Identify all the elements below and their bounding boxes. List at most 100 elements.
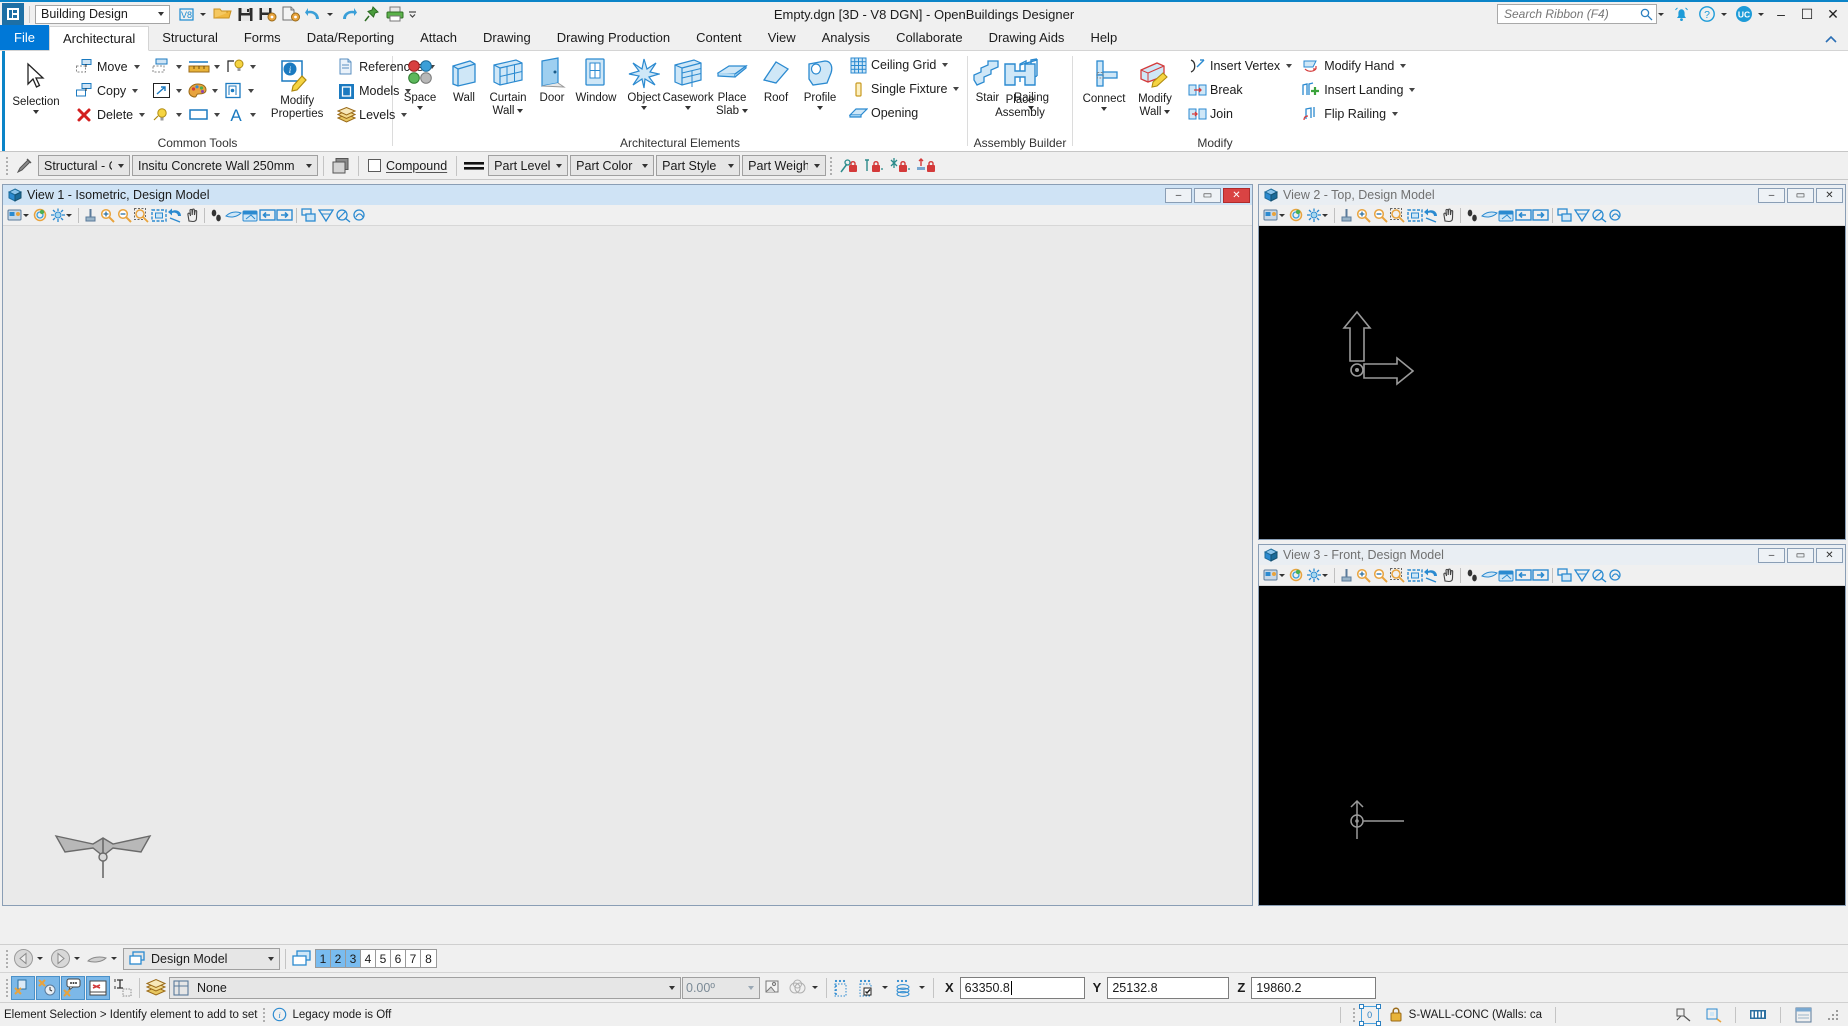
cell-tools-cell[interactable] [223, 82, 259, 100]
update-view-icon[interactable] [82, 206, 99, 225]
opening-row[interactable]: Opening [846, 101, 961, 125]
lighting-tools-cell[interactable] [151, 106, 187, 124]
view1-minimize-button[interactable]: – [1165, 187, 1192, 203]
tab-drawing-production[interactable]: Drawing Production [544, 25, 683, 50]
copy-tool-row[interactable]: Copy [72, 79, 147, 103]
update-view-icon[interactable] [1338, 566, 1355, 585]
copy-view-icon[interactable] [300, 206, 317, 225]
accusnap-icon[interactable] [11, 975, 35, 1000]
zoom-out-icon[interactable] [1372, 206, 1389, 225]
connect-dropdown-icon[interactable] [1101, 107, 1107, 111]
clip-mask-icon[interactable] [334, 206, 351, 225]
tab-file[interactable]: File [0, 25, 49, 50]
level-display-icon[interactable] [144, 976, 168, 1000]
selection-dropdown-icon[interactable] [33, 110, 39, 114]
selection-set-icon[interactable]: 0 [1358, 1003, 1381, 1026]
zoom-out-icon[interactable] [116, 206, 133, 225]
layers-icon[interactable] [329, 154, 353, 178]
part-style-selector[interactable]: Part Style [656, 155, 741, 176]
view2-canvas[interactable] [1259, 226, 1845, 539]
tooltip-icon[interactable] [61, 975, 85, 1000]
rotate-view-icon[interactable] [1423, 566, 1440, 585]
forward-button[interactable] [49, 948, 71, 970]
fly-icon[interactable] [225, 206, 242, 225]
view-toggle-1[interactable]: 1 [316, 950, 331, 967]
view3-canvas[interactable] [1259, 586, 1845, 905]
undo-icon[interactable] [303, 3, 325, 25]
workspace-selector[interactable]: Building Design [35, 4, 170, 24]
insert-landing-dropdown-icon[interactable] [1409, 88, 1416, 92]
view-previous-icon[interactable] [1515, 206, 1532, 225]
light-tools-cell[interactable] [225, 58, 261, 76]
x-coord-field[interactable]: 63350.8 [959, 976, 1085, 999]
lock-toggle-4-icon[interactable] [914, 154, 938, 178]
modify-wall-dropdown-icon[interactable] [1164, 109, 1171, 114]
print-icon[interactable] [384, 3, 406, 25]
view-previous-icon[interactable] [1515, 566, 1532, 585]
acs-group-dropdown-icon[interactable] [918, 977, 929, 999]
view-attributes-icon[interactable] [1262, 206, 1279, 225]
match-attributes-icon[interactable] [12, 154, 36, 178]
tab-attach[interactable]: Attach [407, 25, 470, 50]
view1-title-bar[interactable]: View 1 - Isometric, Design Model – ▭ ✕ [3, 185, 1252, 205]
up-one-level-icon[interactable] [86, 948, 108, 970]
view3-title-bar[interactable]: View 3 - Front, Design Model – ▭ ✕ [1259, 545, 1845, 565]
view-display-dropdown-icon[interactable] [66, 206, 75, 225]
view-display-icon[interactable] [1305, 566, 1322, 585]
walk-icon[interactable] [208, 206, 225, 225]
drawing-scale-icon[interactable] [1743, 1004, 1773, 1026]
display-style-icon[interactable] [786, 976, 810, 1000]
rotate-view-icon[interactable] [167, 206, 184, 225]
tab-drawing[interactable]: Drawing [470, 25, 544, 50]
acs-snap-lock-icon[interactable] [856, 976, 880, 1000]
tab-collaborate[interactable]: Collaborate [883, 25, 976, 50]
lock-toolbar-grip[interactable] [828, 156, 834, 176]
zoom-in-icon[interactable] [99, 206, 116, 225]
compound-checkbox-wrap[interactable]: Compound [364, 159, 451, 173]
break-row[interactable]: Break [1185, 78, 1294, 102]
help-icon[interactable]: ? [1694, 2, 1720, 26]
fit-view-icon[interactable] [1406, 566, 1423, 585]
v8-format-icon[interactable]: V8 [176, 3, 198, 25]
v8-dropdown-chevron-icon[interactable] [199, 3, 210, 25]
walk-icon[interactable] [1464, 566, 1481, 585]
move-tool-row[interactable]: Move [72, 55, 147, 79]
help-dropdown-chevron-icon[interactable] [1720, 3, 1731, 25]
join-row[interactable]: Join [1185, 102, 1294, 126]
qat-more-icon[interactable] [407, 3, 418, 25]
manipulate-tools-cell[interactable] [151, 58, 187, 76]
statusbar-grip-1[interactable] [261, 1007, 266, 1023]
tab-analysis[interactable]: Analysis [809, 25, 883, 50]
toolbar-grip[interactable] [4, 156, 10, 176]
view-previous-icon[interactable] [259, 206, 276, 225]
tab-structural[interactable]: Structural [149, 25, 231, 50]
camera-icon[interactable] [1498, 566, 1515, 585]
view-display-dropdown-icon[interactable] [1322, 206, 1331, 225]
selection-tool-button[interactable]: Selection [8, 55, 64, 114]
search-dropdown-chevron-icon[interactable] [1657, 3, 1668, 25]
window-area-icon[interactable] [1389, 566, 1406, 585]
delete-tool-row[interactable]: Delete [72, 103, 147, 127]
z-coord-field[interactable]: 19860.2 [1251, 976, 1377, 999]
color-tools-cell[interactable] [187, 82, 223, 100]
tab-view[interactable]: View [755, 25, 809, 50]
back-button[interactable] [12, 948, 34, 970]
render-setup-icon[interactable] [761, 976, 785, 1000]
collapse-ribbon-icon[interactable] [1824, 35, 1848, 50]
text-tools-cell[interactable]: A [225, 106, 261, 124]
view-toggle-8[interactable]: 8 [421, 950, 436, 967]
fly-icon[interactable] [1481, 566, 1498, 585]
display-style-dropdown-icon[interactable] [811, 977, 822, 999]
y-coord-field[interactable]: 25132.8 [1107, 976, 1230, 999]
view1-canvas[interactable] [3, 226, 1252, 905]
place-assembly-button[interactable]: Place Assembly [980, 55, 1060, 119]
window-area-icon[interactable] [1389, 206, 1406, 225]
view2-minimize-button[interactable]: – [1758, 187, 1785, 203]
minimize-button[interactable]: – [1768, 2, 1794, 26]
zoom-in-icon[interactable] [1355, 206, 1372, 225]
flip-railing-dropdown-icon[interactable] [1392, 112, 1399, 116]
search-ribbon-box[interactable] [1497, 4, 1657, 24]
active-level-selector[interactable]: None [169, 976, 681, 999]
modify-hand-dropdown-icon[interactable] [1400, 64, 1407, 68]
open-folder-icon[interactable] [211, 3, 233, 25]
